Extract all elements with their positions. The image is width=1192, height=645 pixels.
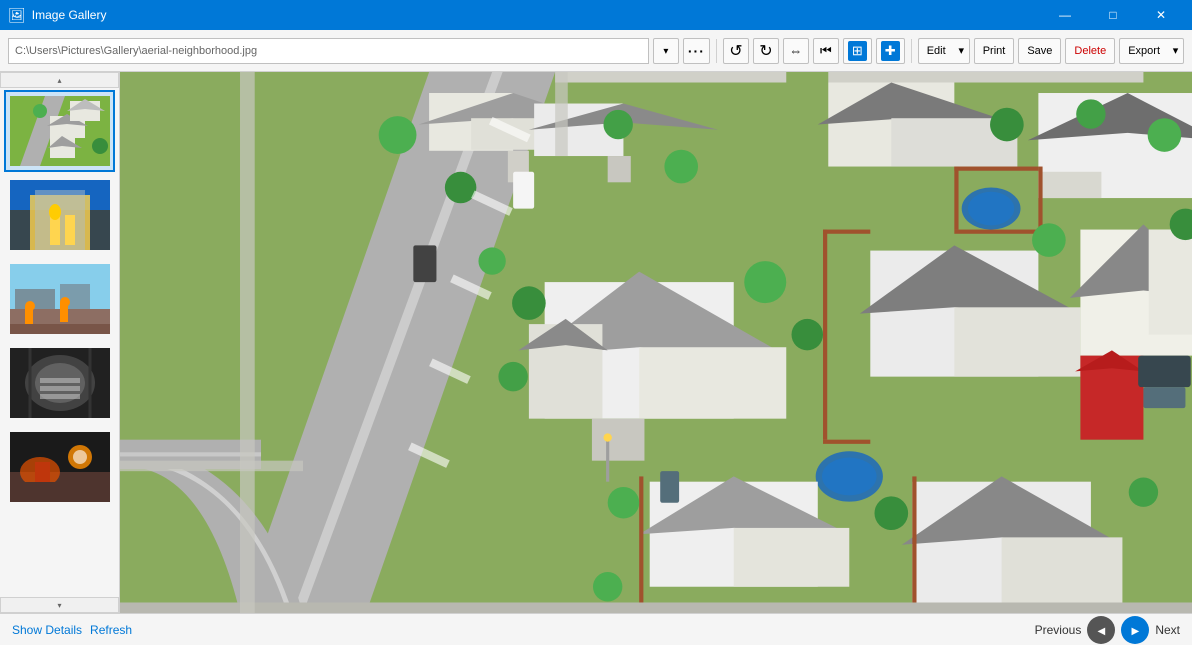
rotate-cw-icon: ↻ xyxy=(759,41,772,61)
more-button[interactable]: ··· xyxy=(683,38,710,64)
window-controls: — □ ✕ xyxy=(1042,0,1184,30)
next-text: Next xyxy=(1155,623,1180,637)
scroll-up-icon xyxy=(57,76,61,85)
rotate-ccw-icon: ↺ xyxy=(729,41,742,61)
dropdown-button[interactable] xyxy=(653,38,679,64)
app-title: Image Gallery xyxy=(32,8,1042,22)
edit-split-button: Edit xyxy=(918,38,970,64)
slideshow-icon: ⊞ xyxy=(848,41,867,61)
edit-label: Edit xyxy=(927,45,946,57)
app-icon: 🖼 xyxy=(8,7,26,24)
thumbnail-preview-3 xyxy=(10,264,110,334)
next-icon xyxy=(1131,623,1139,637)
statusbar-left: Show Details Refresh xyxy=(12,623,132,637)
toolbar: ··· ↺ ↻ ⇔ ⏮ ⊞ ✚ Edit xyxy=(0,30,1192,72)
thumbnail-preview-4 xyxy=(10,348,110,418)
main-image-viewer xyxy=(120,72,1192,613)
thumbnail-item-3[interactable] xyxy=(4,258,115,340)
export-label: Export xyxy=(1128,45,1160,57)
export-dropdown-button[interactable] xyxy=(1168,38,1184,64)
close-icon: ✕ xyxy=(1156,8,1166,22)
sidebar xyxy=(0,72,120,613)
close-button[interactable]: ✕ xyxy=(1138,0,1184,30)
separator-2 xyxy=(911,39,912,63)
thumbnail-item-1[interactable] xyxy=(4,90,115,172)
scroll-down-icon xyxy=(57,601,61,610)
thumbnail-preview-2 xyxy=(10,180,110,250)
refresh-link[interactable]: Refresh xyxy=(90,623,132,637)
save-button[interactable]: Save xyxy=(1018,38,1061,64)
delete-label: Delete xyxy=(1074,45,1106,57)
scroll-up-button[interactable] xyxy=(0,72,119,88)
print-button[interactable]: Print xyxy=(974,38,1015,64)
previous-icon xyxy=(1097,623,1105,637)
statusbar: Show Details Refresh Previous Next xyxy=(0,613,1192,645)
skip-start-icon: ⏮ xyxy=(820,43,832,59)
skip-start-button[interactable]: ⏮ xyxy=(813,38,839,64)
titlebar: 🖼 Image Gallery — □ ✕ xyxy=(0,0,1192,30)
slideshow-button[interactable]: ⊞ xyxy=(843,38,872,64)
statusbar-right: Previous Next xyxy=(1035,616,1180,644)
maximize-icon: □ xyxy=(1109,8,1116,22)
export-button[interactable]: Export xyxy=(1119,38,1168,64)
thumbnail-preview-1 xyxy=(10,96,110,166)
show-details-link[interactable]: Show Details xyxy=(12,623,82,637)
minimize-icon: — xyxy=(1059,8,1071,22)
edit-dropdown-button[interactable] xyxy=(954,38,970,64)
thumbnail-item-5[interactable] xyxy=(4,426,115,508)
export-dropdown-icon xyxy=(1173,44,1179,57)
delete-button[interactable]: Delete xyxy=(1065,38,1115,64)
maximize-button[interactable]: □ xyxy=(1090,0,1136,30)
edit-dropdown-icon xyxy=(958,44,964,57)
rotate-cw-button[interactable]: ↻ xyxy=(753,38,779,64)
separator-1 xyxy=(716,39,717,63)
flip-icon: ⇔ xyxy=(789,43,802,58)
rotate-ccw-button[interactable]: ↺ xyxy=(723,38,749,64)
thumbnail-item-4[interactable] xyxy=(4,342,115,424)
scroll-down-button[interactable] xyxy=(0,597,119,613)
more-icon: ··· xyxy=(688,43,705,59)
previous-button[interactable] xyxy=(1087,616,1115,644)
previous-text: Previous xyxy=(1035,623,1082,637)
app-body: ··· ↺ ↻ ⇔ ⏮ ⊞ ✚ Edit xyxy=(0,30,1192,645)
minimize-button[interactable]: — xyxy=(1042,0,1088,30)
zoom-fit-icon: ✚ xyxy=(881,41,900,61)
print-label: Print xyxy=(983,45,1006,57)
flip-button[interactable]: ⇔ xyxy=(783,38,809,64)
export-split-button: Export xyxy=(1119,38,1184,64)
zoom-fit-button[interactable]: ✚ xyxy=(876,38,905,64)
save-label: Save xyxy=(1027,45,1052,57)
dropdown-icon xyxy=(663,45,668,57)
content-area xyxy=(0,72,1192,613)
main-image xyxy=(120,72,1192,613)
thumbnail-list xyxy=(0,88,119,597)
address-bar[interactable] xyxy=(8,38,649,64)
next-button[interactable] xyxy=(1121,616,1149,644)
edit-button[interactable]: Edit xyxy=(918,38,954,64)
thumbnail-item-2[interactable] xyxy=(4,174,115,256)
thumbnail-preview-5 xyxy=(10,432,110,502)
